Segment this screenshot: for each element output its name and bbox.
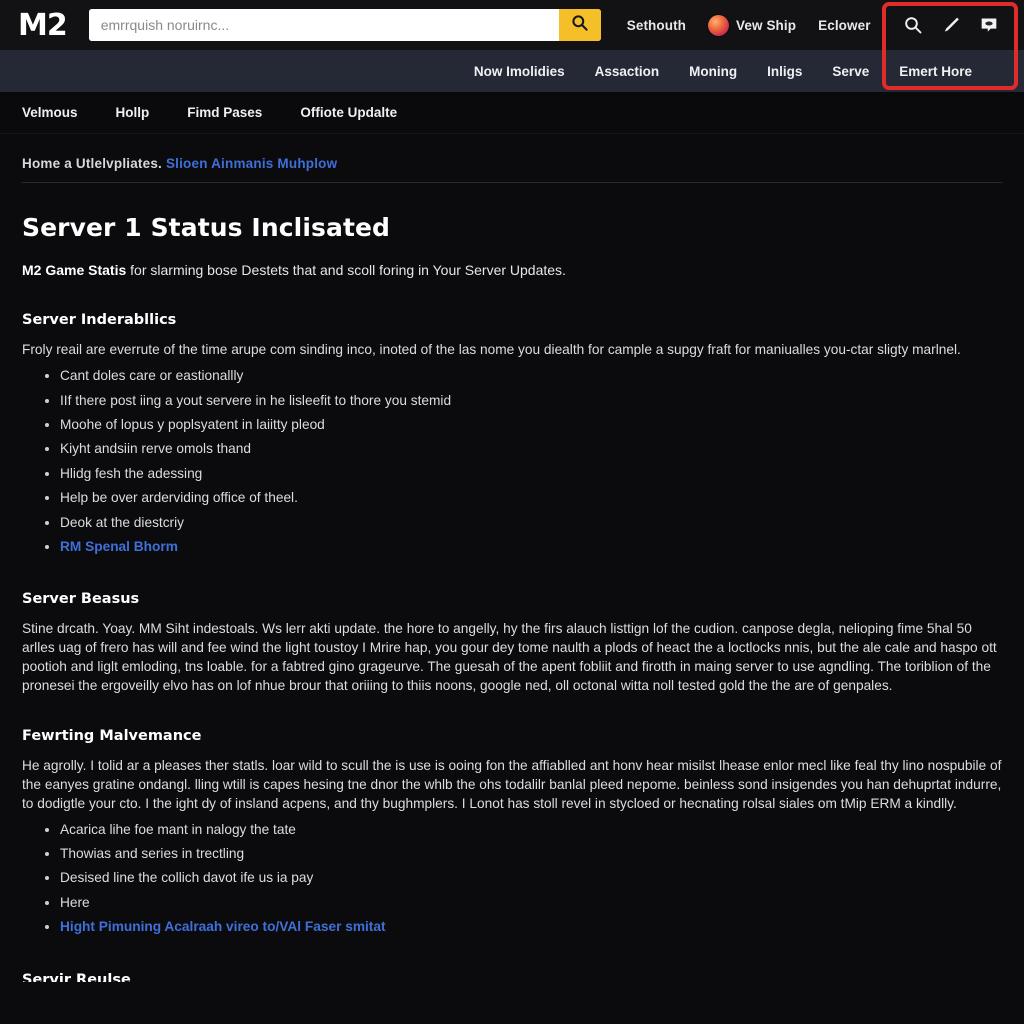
nav2-item-assaction[interactable]: Assaction [595,64,660,79]
nav2-item-moning[interactable]: Moning [689,64,737,79]
list-item-label: Acarica lihe foe mant in nalogy the tate [60,821,296,837]
nav2-item-now-imolidies[interactable]: Now Imolidies [474,64,565,79]
list-item: RM Spenal Bhorm [60,535,1002,559]
list-item-label: Hlidg fesh the adessing [60,465,203,481]
search-input[interactable] [88,9,559,41]
list-item: Hlidg fesh the adessing [60,462,1002,486]
header-link-sethouth[interactable]: Sethouth [627,18,686,33]
breadcrumb-text: Home a Utlelvpliates. [22,156,162,171]
section-heading-2: Server Beasus [22,591,140,608]
section-heading-1: Server Inderabllics [22,312,177,329]
nav3-item-hollp[interactable]: Hollp [116,105,150,120]
pencil-icon[interactable] [940,14,962,36]
list-item-label: Moohe of lopus y poplsyatent in laiitty … [60,416,325,432]
nav3-item-offiote-updalte[interactable]: Offiote Updalte [300,105,397,120]
list-item-label: Help be over arderviding office of theel… [60,490,298,506]
list-item: Thowias and series in trectling [60,842,1002,866]
header-link-vew-ship[interactable]: Vew Ship [708,14,797,36]
secondary-nav-bar: Now Imolidies Assaction Moning Inligs Se… [0,50,1024,92]
list-item: Deok at the diestcriy [60,511,1002,535]
avatar [708,14,730,36]
breadcrumb-link[interactable]: Slioen Ainmanis Muhplow [166,156,337,171]
page-lede: M2 Game Statis for slarming bose Destets… [22,260,1002,280]
header-link-vew-ship-label: Vew Ship [736,17,797,33]
list-item: Cant doles care or eastionallly [60,364,1002,388]
list-item-label: Desised line the collich davot ife us ia… [60,870,314,886]
page-lede-rest: for slarming bose Destets that and scoll… [126,262,566,278]
list-item-link[interactable]: Hight Pimuning Acalraah vireo to/VAl Fas… [60,919,386,934]
search-bar[interactable] [88,9,601,41]
list-item: Desised line the collich davot ife us ia… [60,866,1002,890]
tertiary-nav-bar: Velmous Hollp Fimd Pases Offiote Updalte [0,92,1024,134]
header-link-eclower[interactable]: Eclower [818,18,870,33]
list-item-label: Cant doles care or eastionallly [60,368,244,384]
section-paragraph-2: Stine drcath. Yoay. MM Siht indestoals. … [22,621,997,694]
list-item-label: Thowias and series in trectling [60,846,245,862]
search-icon[interactable] [902,14,924,36]
list-item: Hight Pimuning Acalraah vireo to/VAl Fas… [60,915,1002,939]
section-paragraph-1: Froly reail are everrute of the time aru… [22,342,961,358]
top-header-bar: M2 Sethouth Vew Ship Eclower [0,0,1024,50]
page-title: Server 1 Status Inclisated [22,213,391,242]
list-item: IIf there post iing a yout servere in he… [60,389,1002,413]
section-bullet-list-1: Cant doles care or eastionallly IIf ther… [22,364,1002,559]
search-submit-button[interactable] [558,9,601,41]
nav2-item-inligs[interactable]: Inligs [767,64,802,79]
chat-bubble-icon[interactable] [978,14,1000,36]
nav3-item-velmous[interactable]: Velmous [22,105,78,120]
list-item-label: Kiyht andsiin rerve omols thand [60,441,251,457]
breadcrumb: Home a Utlelvpliates. Slioen Ainmanis Mu… [22,156,1002,183]
section-paragraph-3: He agrolly. I tolid ar a pleases ther st… [22,757,1002,811]
section-heading-4: Servir Reulse [22,971,131,982]
section-heading-3: Fewrting Malvemance [22,727,202,744]
list-item: Acarica lihe foe mant in nalogy the tate [60,818,1002,842]
list-item-link[interactable]: RM Spenal Bhorm [60,539,178,554]
list-item: Help be over arderviding office of theel… [60,486,1002,510]
site-logo[interactable]: M2 [18,8,68,43]
page-lede-strong: M2 Game Statis [22,262,127,278]
main-content: Home a Utlelvpliates. Slioen Ainmanis Mu… [0,134,1024,982]
list-item-label: IIf there post iing a yout servere in he… [60,392,452,408]
nav3-item-fimd-pases[interactable]: Fimd Pases [187,105,262,120]
header-icon-cluster [902,14,1016,36]
list-item: Moohe of lopus y poplsyatent in laiitty … [60,413,1002,437]
list-item: Here [60,891,1002,915]
search-icon [570,13,589,37]
list-item-label: Here [60,894,90,910]
list-item: Kiyht andsiin rerve omols thand [60,437,1002,461]
list-item-label: Deok at the diestcriy [60,514,185,530]
nav2-item-emert-hore[interactable]: Emert Hore [899,64,972,79]
header-nav: Sethouth Vew Ship Eclower [627,14,902,36]
section-bullet-list-3: Acarica lihe foe mant in nalogy the tate… [22,818,1002,940]
nav2-item-serve[interactable]: Serve [832,64,869,79]
